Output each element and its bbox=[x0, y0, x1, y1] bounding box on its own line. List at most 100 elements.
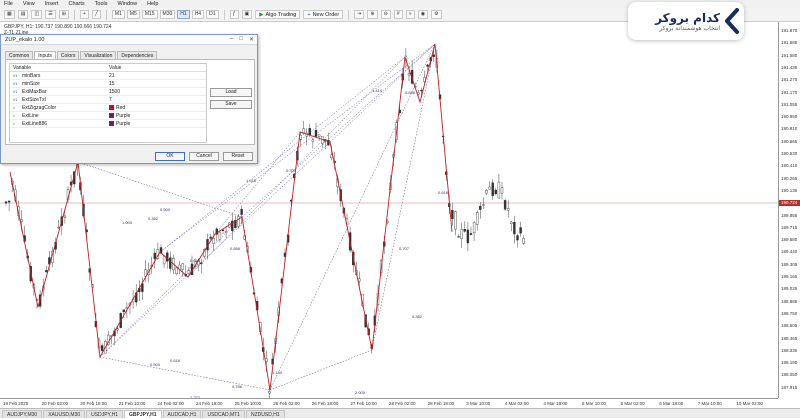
tab-audcad-h1[interactable]: AUDCAD,H1 bbox=[162, 410, 202, 418]
value-cell[interactable]: 7 bbox=[106, 96, 206, 103]
time-tick: 28 Feb 02:00 bbox=[389, 401, 416, 406]
candle-body bbox=[314, 129, 318, 137]
price-tick: 190.665 bbox=[781, 138, 798, 144]
variable-value: 21 bbox=[109, 72, 115, 79]
timeframe-h1[interactable]: H1 bbox=[177, 10, 190, 19]
properties-icon[interactable]: ⚙ bbox=[431, 10, 442, 19]
tab-nzdusd-h1[interactable]: NZDUSD,H1 bbox=[245, 410, 285, 418]
value-cell[interactable]: Purple bbox=[106, 112, 206, 119]
menu-item-insert[interactable]: Insert bbox=[45, 1, 59, 7]
menu-item-file[interactable]: File bbox=[4, 1, 13, 7]
toolbar-separator bbox=[223, 9, 225, 20]
crosshair-icon[interactable]: + bbox=[79, 10, 89, 19]
time-tick: 20 Feb 02:00 bbox=[41, 401, 69, 406]
table-row[interactable]: ◐ ExtZigzagColor Red bbox=[10, 104, 206, 112]
navigator-icon[interactable]: ☰ bbox=[45, 10, 56, 19]
menu-item-tools[interactable]: Tools bbox=[95, 1, 108, 7]
candle-body bbox=[330, 154, 333, 159]
candle-body bbox=[308, 127, 311, 136]
candle-body bbox=[485, 189, 488, 194]
autoscroll-icon[interactable]: » bbox=[405, 10, 415, 19]
value-cell[interactable]: Purple bbox=[106, 120, 206, 127]
tab-xauusd-m30[interactable]: XAUUSD,M30 bbox=[43, 410, 86, 418]
time-tick: 6 Mar 02:00 bbox=[620, 401, 645, 406]
tab-usdcad-mt1[interactable]: USDCAD,MT1 bbox=[202, 410, 245, 418]
load-button[interactable]: Load bbox=[210, 88, 252, 97]
menu-item-charts[interactable]: Charts bbox=[68, 1, 84, 7]
timeframe-d1[interactable]: D1 bbox=[206, 10, 219, 19]
time-tick: 24 Feb 02:00 bbox=[157, 401, 184, 406]
candle-body bbox=[187, 270, 191, 275]
zoom-in-icon[interactable]: ⊕ bbox=[367, 10, 378, 19]
data-window-icon[interactable]: ⊞ bbox=[58, 10, 69, 19]
price-tick: 190.530 bbox=[781, 151, 798, 156]
timeframe-h4[interactable]: H4 bbox=[191, 10, 205, 19]
chart-shift-icon[interactable]: ⇥ bbox=[354, 10, 365, 19]
value-cell[interactable]: 21 bbox=[106, 72, 206, 79]
tab-usdjpy-h1[interactable]: USDJPY,H1 bbox=[86, 410, 124, 418]
candle-body bbox=[510, 221, 513, 225]
menu-item-help[interactable]: Help bbox=[147, 1, 158, 7]
new-chart-icon[interactable]: ▦ bbox=[4, 10, 15, 19]
timeframe-m30[interactable]: M30 bbox=[159, 10, 176, 19]
variable-cell: ◐ ExtLine bbox=[10, 112, 106, 119]
pattern-ratio-label: 0.707 bbox=[286, 168, 297, 173]
brand-tagline: انتخاب هوشمندانه بروکر bbox=[659, 24, 720, 32]
candle-body bbox=[317, 134, 321, 137]
time-tick: 25 Feb 10:00 bbox=[234, 401, 262, 406]
price-tick: 188.190 bbox=[781, 360, 798, 366]
menu-item-window[interactable]: Window bbox=[118, 1, 138, 7]
price-tick: 189.855 bbox=[781, 212, 798, 218]
time-tick: 20 Feb 18:00 bbox=[80, 401, 107, 406]
zoom-out-icon[interactable]: ⊖ bbox=[380, 10, 391, 19]
time-tick: 5 Mar 10:00 bbox=[582, 401, 607, 406]
profiles-icon[interactable]: ▤ bbox=[17, 10, 29, 19]
ok-button[interactable]: OK bbox=[155, 152, 185, 161]
candle-body bbox=[45, 270, 48, 273]
tab-gbpjpy-h1[interactable]: GBPJPY,H1 bbox=[124, 410, 162, 418]
templates-icon[interactable]: ▣ bbox=[241, 10, 253, 19]
close-icon[interactable]: ✕ bbox=[249, 36, 254, 43]
reset-button[interactable]: Reset bbox=[223, 152, 253, 161]
grid-icon[interactable]: # bbox=[393, 10, 403, 19]
pattern-ratio-label: 0.382 bbox=[412, 314, 423, 319]
algo-trading-button[interactable]: ▶ Algo Trading bbox=[255, 10, 301, 19]
pattern-ratio-label: 0.886 bbox=[230, 246, 241, 251]
market-watch-icon[interactable]: ◫ bbox=[31, 10, 43, 19]
price-tick: 188.050 bbox=[781, 372, 798, 378]
tab-audjpy-m30[interactable]: AUDJPY,M30 bbox=[2, 410, 43, 418]
indicator-dialog[interactable]: ZUP_ekalo 1.00 – □ ✕ Common Inputs Colors V… bbox=[0, 34, 258, 164]
timeframe-m15[interactable]: M15 bbox=[141, 10, 158, 19]
price-tick: 188.750 bbox=[781, 310, 798, 316]
value-cell[interactable]: 15 bbox=[106, 80, 206, 87]
value-cell[interactable]: 1500 bbox=[106, 88, 206, 95]
time-axis[interactable]: 19 Feb 2025 20 Feb 02:00 20 Feb 18:00 21 Fe… bbox=[0, 398, 778, 408]
candle-body bbox=[407, 73, 411, 76]
new-order-button[interactable]: + New Order bbox=[303, 10, 344, 19]
candle-body bbox=[466, 229, 470, 244]
menu-item-view[interactable]: View bbox=[23, 1, 35, 7]
screenshot-icon[interactable]: ◉ bbox=[417, 10, 429, 19]
timeframe-m5[interactable]: M5 bbox=[126, 10, 140, 19]
time-tick: 28 Feb 18:00 bbox=[427, 401, 455, 406]
value-cell[interactable]: Red bbox=[106, 104, 206, 111]
variable-column-header: Variable bbox=[13, 64, 31, 71]
minimize-icon[interactable]: – bbox=[230, 36, 233, 43]
cancel-button[interactable]: Cancel bbox=[189, 152, 219, 161]
price-tick: 191.270 bbox=[781, 77, 798, 83]
table-row[interactable]: ◐ ExtLine886 Purple bbox=[10, 120, 206, 128]
variable-value: Purple bbox=[116, 112, 131, 119]
price-tick: 189.165 bbox=[781, 274, 798, 279]
dialog-title-bar[interactable]: ZUP_ekalo 1.00 bbox=[1, 35, 257, 45]
indicators-icon[interactable]: ƒ bbox=[229, 10, 239, 19]
algo-trading-label: Algo Trading bbox=[265, 11, 297, 18]
maximize-icon[interactable]: □ bbox=[239, 36, 243, 43]
variable-cell: ◐ ExtZigzagColor bbox=[10, 104, 106, 111]
save-button[interactable]: Save bbox=[210, 100, 252, 109]
price-axis[interactable]: 191.870 191.685 191.580 191.435 191.270 191.1… bbox=[778, 22, 800, 398]
timeframe-m1[interactable]: M1 bbox=[111, 10, 125, 19]
trendline-icon[interactable]: ╱ bbox=[91, 10, 101, 19]
candle-body bbox=[497, 181, 501, 199]
variable-cell: 01 ExtMaxBar bbox=[10, 88, 106, 95]
price-tick: 189.440 bbox=[781, 249, 798, 255]
